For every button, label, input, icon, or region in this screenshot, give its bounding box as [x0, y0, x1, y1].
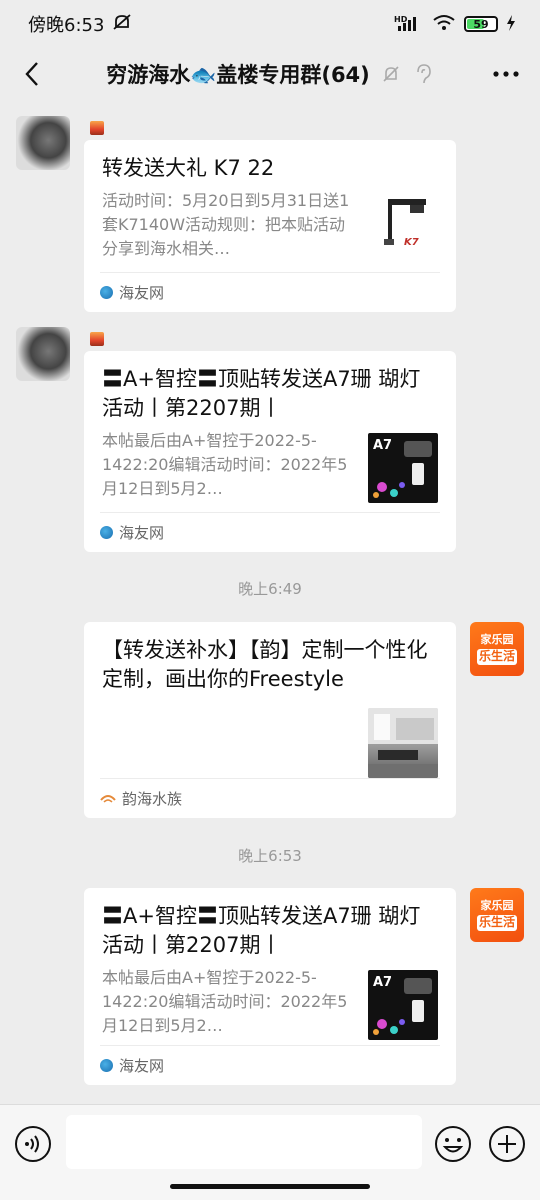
sender-avatar[interactable]	[16, 327, 70, 381]
link-card[interactable]: 转发送大礼 K7 22 活动时间：5月20日到5月31日送1套K7140W活动规…	[84, 140, 456, 312]
wifi-icon	[432, 14, 456, 35]
message-timestamp: 晚上6:53	[238, 847, 302, 865]
more-button[interactable]	[486, 56, 526, 92]
card-title: 转发送大礼 K7 22	[102, 156, 275, 180]
avatar-text: 家乐园	[480, 633, 514, 647]
battery-icon: 59	[464, 16, 498, 32]
link-card[interactable]: 〓A+智控〓顶贴转发送A7珊 瑚灯活动丨第2207期丨 本帖最后由A+智控于20…	[84, 888, 456, 1085]
message-timestamp: 晚上6:49	[238, 580, 302, 598]
thumb-label: K7	[404, 237, 419, 248]
my-avatar[interactable]: 家乐园 乐生活	[470, 888, 524, 942]
card-thumbnail: K7	[368, 189, 438, 259]
voice-icon	[15, 1126, 51, 1162]
link-card[interactable]: 【转发送补水】【韵】定制一个性化定制，画出你的Freestyle 韵海水族	[84, 622, 456, 818]
card-thumbnail: A7	[368, 970, 438, 1040]
source-logo-icon	[100, 526, 113, 539]
voice-button[interactable]	[14, 1125, 52, 1163]
chat-title: 穷游海水🐟盖楼专用群(64)	[106, 63, 370, 87]
card-title: 〓A+智控〓顶贴转发送A7珊 瑚灯活动丨第2207期丨	[102, 367, 421, 420]
signal-icon: HD	[394, 14, 424, 35]
status-time: 傍晚6:53	[28, 15, 105, 36]
chat-header: 穷游海水🐟盖楼专用群(64)	[0, 48, 540, 100]
source-logo-icon	[100, 790, 116, 808]
status-bar: 傍晚6:53 HD 59	[0, 0, 540, 48]
message-input[interactable]	[66, 1115, 422, 1169]
card-title: 【转发送补水】【韵】定制一个性化定制，画出你的Freestyle	[102, 638, 428, 691]
thumb-label: A7	[373, 438, 392, 453]
link-card[interactable]: 〓A+智控〓顶贴转发送A7珊 瑚灯活动丨第2207期丨 本帖最后由A+智控于20…	[84, 351, 456, 552]
avatar-text: 乐生活	[476, 915, 517, 931]
plus-icon	[489, 1126, 525, 1162]
card-source: 海友网	[100, 272, 440, 312]
card-description: 本帖最后由A+智控于2022-5-1422:20编辑活动时间：2022年5月12…	[102, 968, 348, 1035]
emoji-icon	[435, 1126, 471, 1162]
source-logo-icon	[100, 286, 113, 299]
mute-icon	[112, 13, 132, 36]
sender-avatar[interactable]	[16, 116, 70, 170]
chevron-left-icon	[25, 62, 38, 86]
card-title: 〓A+智控〓顶贴转发送A7珊 瑚灯活动丨第2207期丨	[102, 904, 421, 957]
card-source: 韵海水族	[100, 778, 440, 818]
sender-nickname-icon	[90, 121, 104, 135]
battery-level: 59	[473, 17, 489, 31]
source-name: 海友网	[119, 1057, 165, 1075]
home-indicator[interactable]	[170, 1184, 370, 1189]
card-source: 海友网	[100, 512, 440, 552]
back-button[interactable]	[14, 56, 50, 92]
source-name: 韵海水族	[122, 790, 183, 808]
card-thumbnail	[368, 708, 438, 778]
ear-icon	[412, 63, 434, 85]
network-label: HD	[394, 15, 408, 24]
my-avatar[interactable]: 家乐园 乐生活	[470, 622, 524, 676]
source-name: 海友网	[119, 524, 165, 542]
card-description: 本帖最后由A+智控于2022-5-1422:20编辑活动时间：2022年5月12…	[102, 431, 348, 498]
thumb-label: A7	[373, 975, 392, 990]
avatar-text: 乐生活	[476, 649, 517, 665]
more-dots-icon	[493, 71, 519, 77]
bell-muted-icon	[380, 63, 402, 85]
card-thumbnail: A7	[368, 433, 438, 503]
emoji-button[interactable]	[434, 1125, 472, 1163]
more-functions-button[interactable]	[488, 1125, 526, 1163]
sender-nickname-icon	[90, 332, 104, 346]
source-logo-icon	[100, 1059, 113, 1072]
card-source: 海友网	[100, 1045, 440, 1085]
avatar-text: 家乐园	[480, 899, 514, 913]
card-description: 活动时间：5月20日到5月31日送1套K7140W活动规则：把本贴活动分享到海水…	[102, 191, 350, 258]
charging-icon	[506, 14, 516, 34]
source-name: 海友网	[119, 284, 165, 302]
